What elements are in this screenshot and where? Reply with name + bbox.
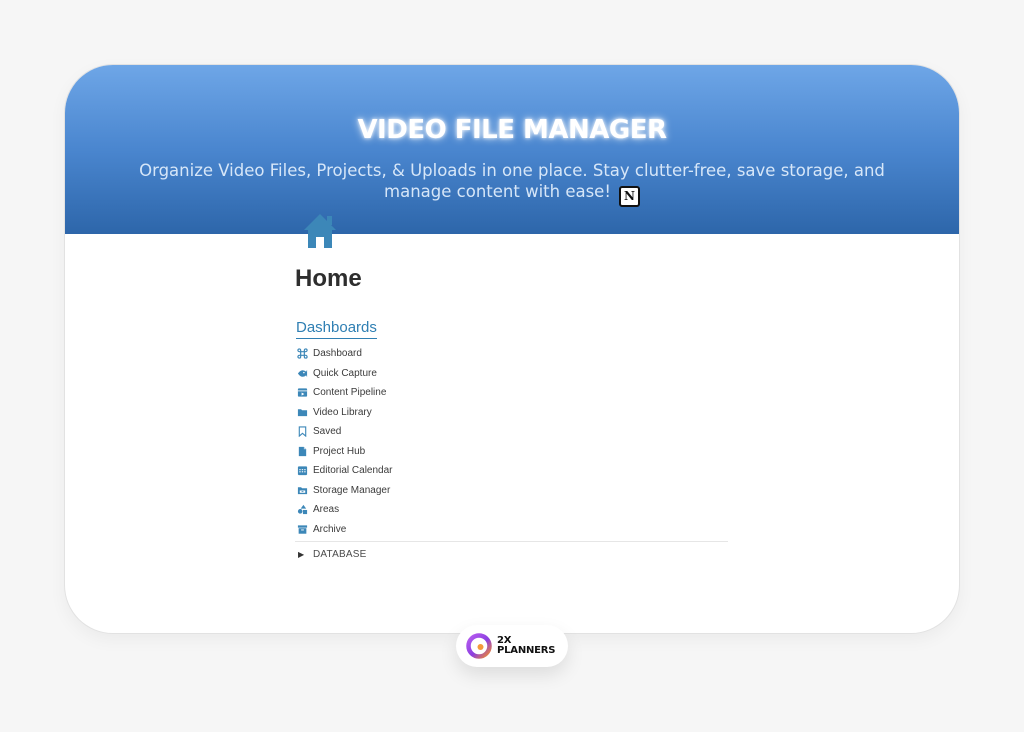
triangle-right-icon: ▶ (298, 550, 305, 559)
link-archive[interactable]: Archive (297, 520, 393, 540)
archive-box-icon (297, 524, 308, 535)
banner-subtitle: Organize Video Files, Projects, & Upload… (125, 160, 899, 207)
link-content-pipeline[interactable]: Content Pipeline (297, 383, 393, 403)
banner-subtitle-text: Organize Video Files, Projects, & Upload… (139, 161, 885, 201)
link-label: Dashboard (313, 348, 362, 360)
folder-drawer-icon (297, 485, 308, 496)
link-project-hub[interactable]: Project Hub (297, 442, 393, 462)
document-icon (297, 446, 308, 457)
brand-badge: 2X PLANNERS (456, 625, 568, 667)
clapperboard-icon (297, 387, 308, 398)
page-title: Home (295, 265, 362, 292)
cover-banner: VIDEO FILE MANAGER Organize Video Files,… (65, 65, 959, 234)
database-toggle[interactable]: ▶ DATABASE (298, 549, 366, 560)
link-label: Video Library (313, 406, 372, 418)
notion-icon: N (618, 186, 640, 207)
link-dashboard[interactable]: Dashboard (297, 344, 393, 364)
brand-line-2: PLANNERS (497, 645, 556, 656)
ring-logo (466, 633, 492, 659)
calendar-icon (297, 465, 308, 476)
page-card: VIDEO FILE MANAGER Organize Video Files,… (65, 65, 959, 633)
shapes-icon (297, 504, 308, 515)
brand-name: 2X PLANNERS (497, 636, 556, 656)
link-label: Editorial Calendar (313, 465, 393, 477)
banner-title: VIDEO FILE MANAGER (357, 115, 667, 145)
link-label: Storage Manager (313, 484, 391, 496)
link-saved[interactable]: Saved (297, 422, 393, 442)
link-editorial-calendar[interactable]: Editorial Calendar (297, 461, 393, 481)
link-quick-capture[interactable]: Quick Capture (297, 364, 393, 384)
command-icon (297, 348, 308, 359)
section-divider (295, 541, 728, 542)
link-label: Quick Capture (313, 367, 377, 379)
link-label: Project Hub (313, 445, 366, 457)
folder-icon (297, 407, 308, 418)
database-toggle-label: DATABASE (313, 549, 367, 560)
link-label: Areas (313, 504, 340, 516)
dashboard-link-list: Dashboard Quick Capture Content Pipeline… (297, 344, 393, 539)
link-areas[interactable]: Areas (297, 500, 393, 520)
link-label: Content Pipeline (313, 387, 387, 399)
link-storage-manager[interactable]: Storage Manager (297, 481, 393, 501)
fish-icon (297, 368, 308, 379)
link-video-library[interactable]: Video Library (297, 403, 393, 423)
link-label: Archive (313, 523, 347, 535)
dashboards-heading: Dashboards (296, 319, 377, 339)
link-label: Saved (313, 426, 342, 438)
home-icon (304, 214, 336, 248)
bookmark-icon (297, 426, 308, 438)
